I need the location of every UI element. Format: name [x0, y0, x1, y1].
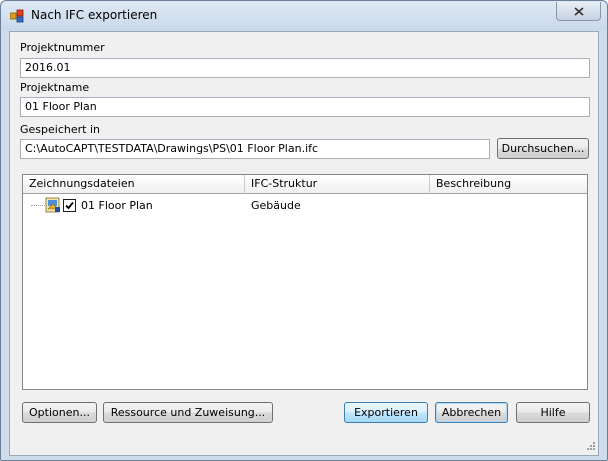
saved-in-path-field[interactable]: C:\AutoCAPT\TESTDATA\Drawings\PS\01 Floo…: [20, 139, 490, 159]
project-number-label: Projektnummer: [20, 41, 105, 54]
checkmark-icon: [65, 201, 74, 210]
export-button[interactable]: Exportieren: [344, 402, 428, 423]
dialog-client-area: Projektnummer 2016.01 Projektname 01 Flo…: [9, 31, 599, 456]
row-ifc-structure: Gebäude: [251, 199, 301, 212]
close-icon: [573, 6, 584, 16]
table-row[interactable]: 01 Floor Plan Gebäude: [23, 197, 587, 215]
row-drawing-name: 01 Floor Plan: [81, 199, 153, 212]
resize-grip-icon[interactable]: [584, 441, 596, 453]
project-name-label: Projektname: [20, 81, 90, 94]
cancel-button[interactable]: Abbrechen: [435, 402, 508, 423]
column-header-drawing-files[interactable]: Zeichnungsdateien: [23, 175, 245, 194]
project-number-field[interactable]: 2016.01: [20, 58, 590, 78]
row-checkbox[interactable]: [63, 199, 76, 212]
resources-assignment-button[interactable]: Ressource und Zuweisung...: [103, 402, 273, 423]
drawing-files-listview[interactable]: Zeichnungsdateien IFC-Struktur Beschreib…: [22, 174, 588, 390]
saved-in-label: Gespeichert in: [20, 123, 100, 136]
title-bar[interactable]: Nach IFC exportieren: [1, 1, 607, 31]
options-button[interactable]: Optionen...: [22, 402, 97, 423]
project-name-field[interactable]: 01 Floor Plan: [20, 97, 590, 117]
tree-connector: [31, 205, 45, 206]
listview-header: Zeichnungsdateien IFC-Struktur Beschreib…: [23, 175, 587, 194]
app-icon: [9, 9, 24, 23]
drawing-file-icon: [45, 197, 61, 213]
column-header-description[interactable]: Beschreibung: [430, 175, 587, 194]
browse-button[interactable]: Durchsuchen...: [497, 138, 589, 159]
window-title: Nach IFC exportieren: [31, 8, 158, 22]
help-button[interactable]: Hilfe: [516, 402, 590, 423]
close-button[interactable]: [556, 2, 601, 21]
column-header-ifc-structure[interactable]: IFC-Struktur: [245, 175, 430, 194]
dialog-window: Nach IFC exportieren Projektnummer 2016.…: [0, 0, 608, 461]
